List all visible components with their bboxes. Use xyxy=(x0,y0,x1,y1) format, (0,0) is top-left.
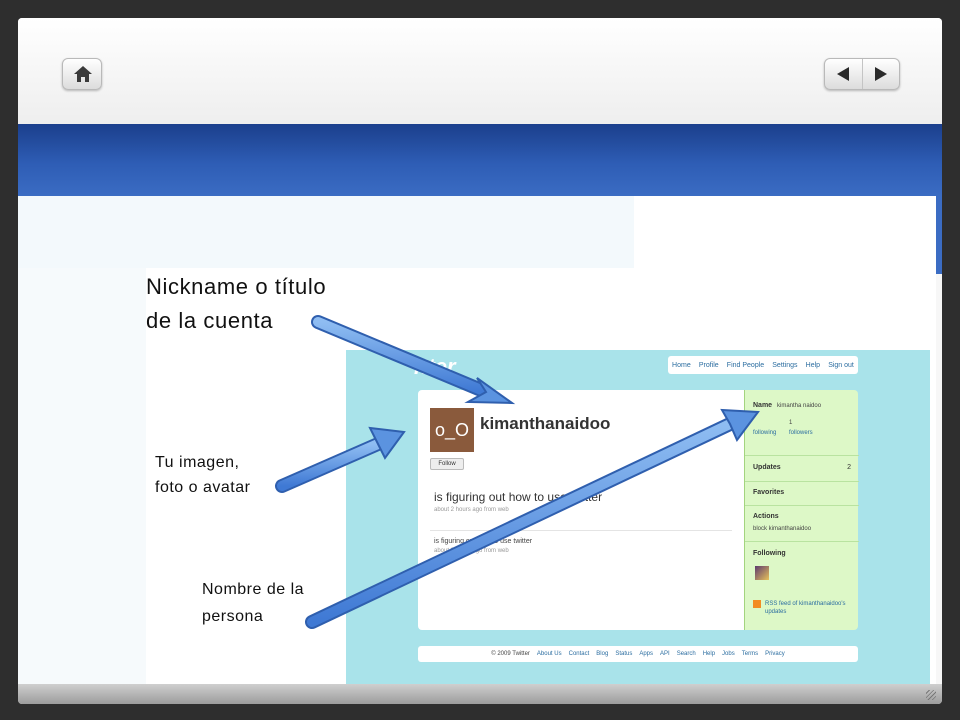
callout-arrows xyxy=(275,315,760,629)
arrow-to-avatar xyxy=(275,426,406,493)
arrow-to-username xyxy=(311,315,516,405)
